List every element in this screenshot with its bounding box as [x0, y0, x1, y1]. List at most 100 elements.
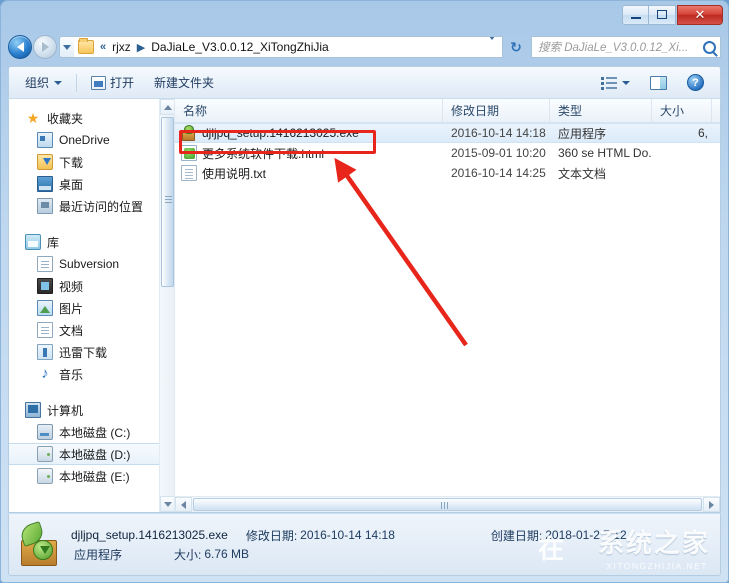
open-label: 打开 [110, 76, 135, 90]
organize-button[interactable]: 组织 [15, 71, 72, 95]
command-toolbar: 组织 打开 新建文件夹 ? [8, 66, 721, 98]
close-button[interactable]: ✕ [677, 4, 723, 25]
nav-group-libraries-label: 库 [47, 235, 60, 250]
navigation-pane: ★ 收藏夹 OneDrive 下载 桌面 最近访问的位置 库 Subversio… [9, 99, 175, 512]
breadcrumb-rjxz[interactable]: rjxz [110, 37, 133, 57]
new-folder-button[interactable]: 新建文件夹 [144, 71, 224, 95]
search-input[interactable]: 搜索 DaJiaLe_V3.0.0.12_Xi... [538, 39, 700, 55]
open-icon [91, 75, 107, 90]
view-list-icon [601, 76, 617, 90]
refresh-button[interactable]: ↻ [505, 36, 527, 58]
column-header-type[interactable]: 类型 [550, 99, 652, 122]
sidebar-item-videos[interactable]: 视频 [9, 275, 174, 297]
sidebar-item-drive-e[interactable]: 本地磁盘 (E:) [9, 465, 174, 487]
sidebar-item-label: 下载 [59, 155, 84, 170]
forward-arrow-icon [41, 42, 49, 52]
nav-group-libraries[interactable]: 库 [9, 231, 174, 253]
details-line-1: djljpq_setup.1416213025.exe 修改日期: 2016-1… [71, 526, 710, 545]
sidebar-item-onedrive[interactable]: OneDrive [9, 129, 174, 151]
minimize-icon [630, 16, 641, 19]
new-folder-label: 新建文件夹 [154, 76, 215, 90]
table-row[interactable]: 更多系统软件下载.html 2015-09-01 10:20 360 se HT… [175, 143, 720, 163]
scroll-left-button[interactable] [175, 497, 192, 512]
sidebar-item-drive-d[interactable]: 本地磁盘 (D:) [9, 443, 174, 465]
search-icon [703, 40, 716, 54]
table-row[interactable]: djljpq_setup.1416213025.exe 2016-10-14 1… [175, 123, 720, 143]
column-header-size[interactable]: 大小 [652, 99, 712, 122]
preview-pane-icon [650, 75, 667, 90]
desktop-icon [37, 176, 53, 192]
column-header-name[interactable]: 名称 [175, 99, 443, 122]
chevron-down-icon [63, 44, 71, 50]
sidebar-item-documents[interactable]: 文档 [9, 319, 174, 341]
table-row[interactable]: 使用说明.txt 2016-10-14 14:25 文本文档 [175, 163, 720, 183]
sidebar-item-drive-c[interactable]: 本地磁盘 (C:) [9, 421, 174, 443]
column-header-date[interactable]: 修改日期 [443, 99, 550, 122]
file-type-cell: 应用程序 [558, 126, 607, 141]
scroll-down-button[interactable] [160, 496, 174, 512]
library-icon [25, 234, 41, 250]
breadcrumb-overflow[interactable]: « [96, 37, 110, 57]
nav-group-favorites[interactable]: ★ 收藏夹 [9, 107, 174, 129]
details-line-2: 应用程序 大小: 6.76 MB [71, 545, 710, 564]
back-button[interactable] [8, 35, 32, 59]
music-icon: ♪ [41, 365, 49, 382]
thunder-download-icon [37, 344, 53, 360]
forward-button[interactable] [33, 35, 57, 59]
details-created-label: 创建日期: [490, 528, 543, 543]
sidebar-item-subversion[interactable]: Subversion [9, 253, 174, 275]
sidebar-item-thunder-download[interactable]: 迅雷下载 [9, 341, 174, 363]
details-size-label: 大小: [174, 547, 202, 562]
file-date-cell: 2016-10-14 14:18 [451, 126, 546, 140]
sidebar-item-downloads[interactable]: 下载 [9, 151, 174, 173]
close-icon: ✕ [694, 7, 706, 22]
scroll-right-button[interactable] [703, 497, 720, 512]
sidebar-item-label: 最近访问的位置 [59, 199, 144, 214]
sidebar-item-music[interactable]: ♪ 音乐 [9, 363, 174, 385]
sidebar-item-pictures[interactable]: 图片 [9, 297, 174, 319]
minimize-button[interactable] [622, 4, 649, 25]
horizontal-scrollbar[interactable] [175, 496, 720, 512]
sidebar-item-label: OneDrive [59, 133, 110, 147]
scroll-up-button[interactable] [160, 99, 174, 115]
breadcrumb-separator: ▶ [136, 41, 146, 54]
nav-group-computer[interactable]: 计算机 [9, 399, 174, 421]
address-bar[interactable]: « rjxz ▶ DaJiaLe_V3.0.0.12_XiTongZhiJia [74, 36, 503, 58]
help-button[interactable]: ? [677, 71, 714, 95]
file-type-cell: 360 se HTML Do... [558, 146, 652, 160]
file-name-label: 使用说明.txt [202, 166, 267, 181]
exe-installer-icon [181, 125, 197, 141]
sidebar-scrollbar[interactable] [159, 99, 174, 512]
file-rows: djljpq_setup.1416213025.exe 2016-10-14 1… [175, 123, 720, 183]
toolbar-right-group: ? [591, 71, 714, 95]
file-date-cell: 2016-10-14 14:25 [451, 166, 546, 180]
search-box[interactable]: 搜索 DaJiaLe_V3.0.0.12_Xi... [531, 36, 721, 58]
chevron-up-icon [163, 104, 172, 110]
folder-icon [78, 38, 94, 54]
grip-icon [443, 502, 445, 509]
navigation-tree: ★ 收藏夹 OneDrive 下载 桌面 最近访问的位置 库 Subversio… [9, 99, 174, 487]
download-icon [37, 154, 53, 170]
file-name-cell: 使用说明.txt [175, 165, 443, 182]
open-button[interactable]: 打开 [81, 71, 144, 95]
file-name-cell: djljpq_setup.1416213025.exe [175, 125, 443, 141]
recent-locations-button[interactable] [59, 36, 74, 58]
breadcrumb-current-folder[interactable]: DaJiaLe_V3.0.0.12_XiTongZhiJia [149, 37, 330, 57]
horizontal-scroll-thumb[interactable] [193, 498, 702, 511]
sidebar-item-desktop[interactable]: 桌面 [9, 173, 174, 195]
drive-icon [37, 468, 53, 484]
change-view-button[interactable] [591, 71, 640, 95]
preview-pane-button[interactable] [640, 71, 677, 95]
maximize-button[interactable] [649, 4, 676, 25]
sidebar-item-recent-places[interactable]: 最近访问的位置 [9, 195, 174, 217]
address-dropdown-button[interactable] [482, 37, 502, 54]
sidebar-scroll-thumb[interactable] [161, 117, 174, 287]
details-text: djljpq_setup.1416213025.exe 修改日期: 2016-1… [71, 526, 710, 564]
html-file-icon [181, 145, 197, 161]
sidebar-item-label: 本地磁盘 (D:) [59, 447, 131, 462]
maximize-icon [657, 10, 667, 19]
column-header-date-label: 修改日期 [451, 104, 500, 118]
sidebar-item-label: 迅雷下载 [59, 345, 108, 360]
